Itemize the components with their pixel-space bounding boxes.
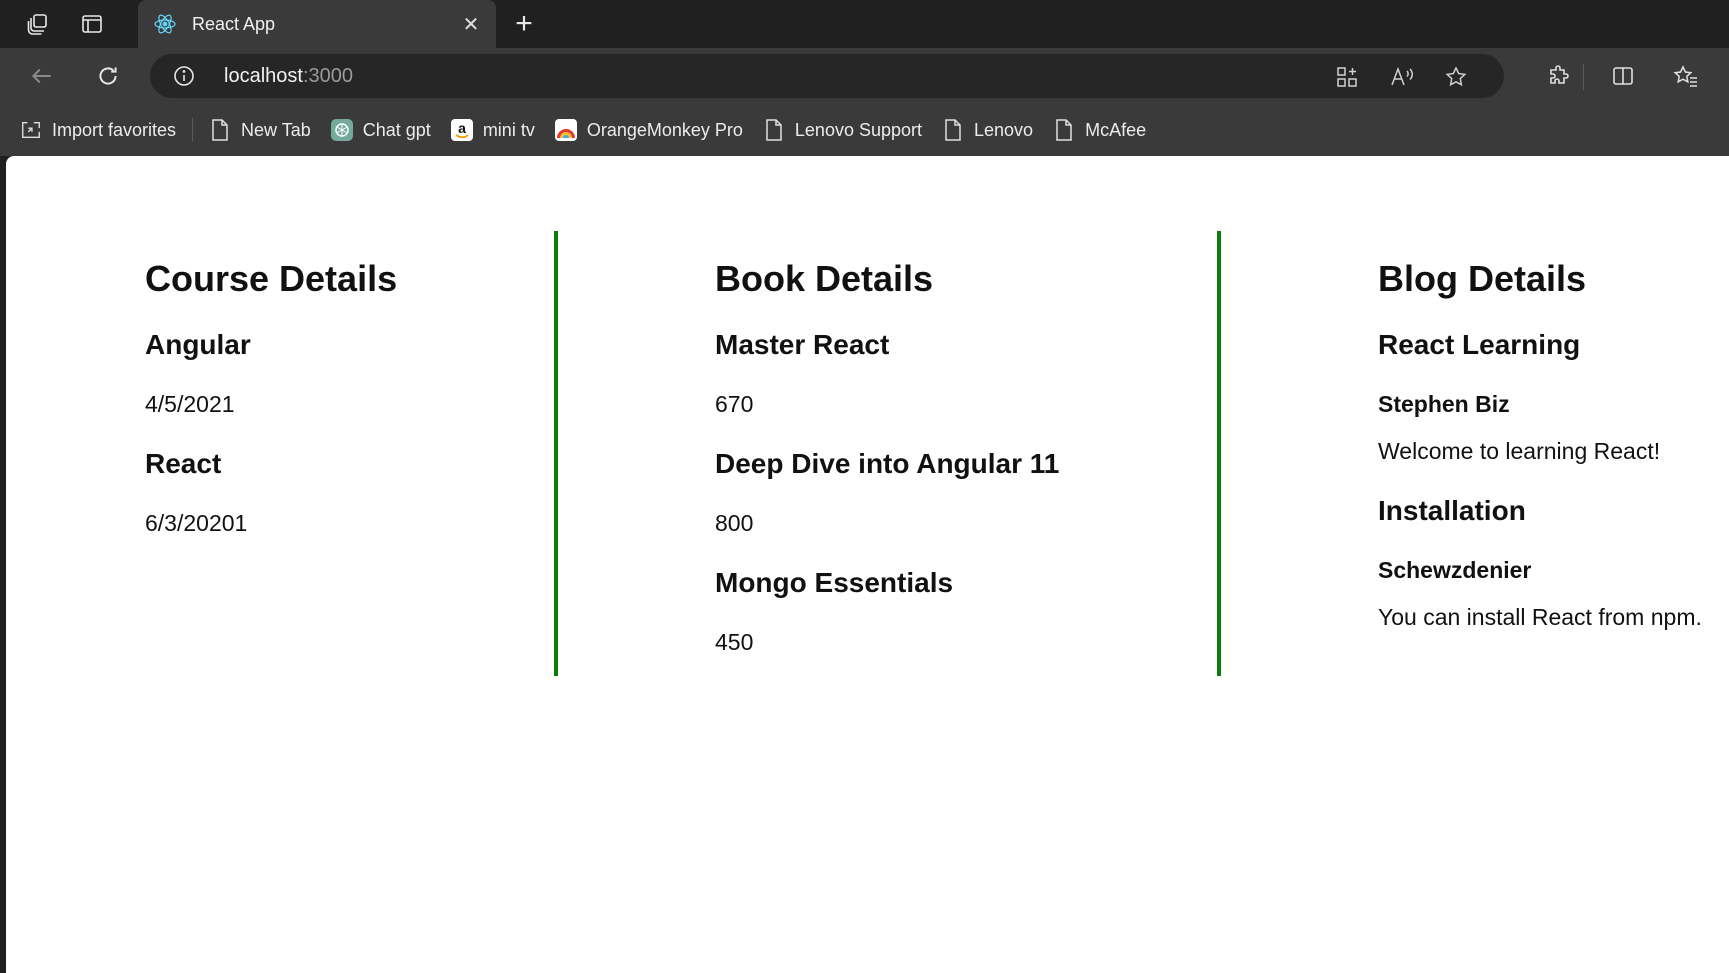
workspaces-icon[interactable] <box>18 8 58 40</box>
page-icon <box>1053 119 1075 141</box>
address-url[interactable]: localhost:3000 <box>224 65 353 88</box>
favorites-separator <box>192 118 194 142</box>
bookmark-mini-tv[interactable]: a mini tv <box>441 112 545 148</box>
toolbar: localhost:3000 <box>0 48 1729 104</box>
chatgpt-icon <box>330 119 353 141</box>
bookmark-orangemonkey-pro[interactable]: OrangeMonkey Pro <box>545 112 753 148</box>
favorites-bar: Import favorites New Tab Chat gpt a mini… <box>0 104 1729 156</box>
tab-actions-icon[interactable] <box>72 8 112 40</box>
url-port: :3000 <box>302 65 353 87</box>
blog-title: React Learning <box>1378 329 1581 360</box>
book-name: Mongo Essentials <box>715 567 954 598</box>
back-button[interactable] <box>22 58 62 94</box>
course-date: 4/5/2021 <box>145 391 235 417</box>
blog-body: Welcome to learning React! <box>1378 438 1661 464</box>
svg-text:a: a <box>458 120 466 136</box>
blog-author: Schewzdenier <box>1378 557 1532 583</box>
page-viewport: Course Details Angular 4/5/2021 React 6/… <box>6 156 1729 973</box>
site-info-icon[interactable] <box>172 64 196 88</box>
toolbar-separator <box>1583 64 1584 90</box>
favorite-star-icon[interactable] <box>1442 63 1470 91</box>
blog-body: You can install React from npm. <box>1378 604 1702 630</box>
tab-react-app[interactable]: React App ✕ <box>138 0 496 48</box>
bookmark-label: OrangeMonkey Pro <box>586 119 743 140</box>
bookmark-import-favorites[interactable]: Import favorites <box>10 112 186 148</box>
bookmark-label: McAfee <box>1085 119 1147 140</box>
bookmark-lenovo-support[interactable]: Lenovo Support <box>753 112 932 148</box>
book-name: Deep Dive into Angular 11 <box>715 448 1060 479</box>
bookmark-label: Lenovo Support <box>794 119 923 140</box>
read-aloud-icon[interactable] <box>1388 63 1416 91</box>
course-name: Angular <box>145 329 251 360</box>
amazon-icon: a <box>450 119 473 141</box>
course-details-section: Course Details Angular 4/5/2021 React 6/… <box>145 231 397 535</box>
page-icon <box>209 119 231 141</box>
bookmark-label: mini tv <box>482 119 535 140</box>
bookmark-label: Lenovo <box>974 119 1034 140</box>
app-available-icon[interactable] <box>1333 63 1361 91</box>
course-date: 6/3/20201 <box>145 510 248 536</box>
section-divider <box>1217 231 1221 676</box>
course-details-heading: Course Details <box>145 258 398 299</box>
bookmark-label: New Tab <box>241 119 311 140</box>
close-tab-icon[interactable]: ✕ <box>456 9 486 39</box>
orangemonkey-icon <box>554 119 577 141</box>
new-tab-button[interactable]: + <box>506 6 542 42</box>
bookmark-lenovo[interactable]: Lenovo <box>932 112 1043 148</box>
favorites-icon[interactable] <box>1668 58 1704 94</box>
split-screen-icon[interactable] <box>1605 58 1641 94</box>
bookmark-mcafee[interactable]: McAfee <box>1043 112 1156 148</box>
react-atom-icon <box>152 11 178 37</box>
page-icon <box>763 119 785 141</box>
tab-title: React App <box>192 13 276 34</box>
address-bar[interactable]: localhost:3000 <box>150 54 1504 98</box>
tab-strip: React App ✕ + <box>0 0 1729 48</box>
blog-author: Stephen Biz <box>1378 391 1510 417</box>
import-favorites-icon <box>20 119 42 141</box>
bookmark-label: Import favorites <box>52 119 177 140</box>
book-details-heading: Book Details <box>715 258 934 299</box>
page-icon <box>942 119 964 141</box>
book-price: 800 <box>715 510 754 536</box>
browser-window: React App ✕ + localhost:3000 Import favo… <box>0 0 1729 973</box>
extensions-icon[interactable] <box>1541 58 1577 94</box>
blog-details-section: Blog Details React Learning Stephen Biz … <box>1378 231 1702 629</box>
book-price: 450 <box>715 629 754 655</box>
section-divider <box>554 231 558 676</box>
blog-details-heading: Blog Details <box>1378 258 1587 299</box>
course-name: React <box>145 448 222 479</box>
blog-title: Installation <box>1378 495 1526 526</box>
bookmark-new-tab[interactable]: New Tab <box>199 112 321 148</box>
book-price: 670 <box>715 391 754 417</box>
book-details-section: Book Details Master React 670 Deep Dive … <box>715 231 1059 654</box>
refresh-button[interactable] <box>88 58 128 94</box>
bookmark-chat-gpt[interactable]: Chat gpt <box>321 112 441 148</box>
bookmark-label: Chat gpt <box>362 119 431 140</box>
url-host: localhost <box>224 65 303 87</box>
book-name: Master React <box>715 329 890 360</box>
